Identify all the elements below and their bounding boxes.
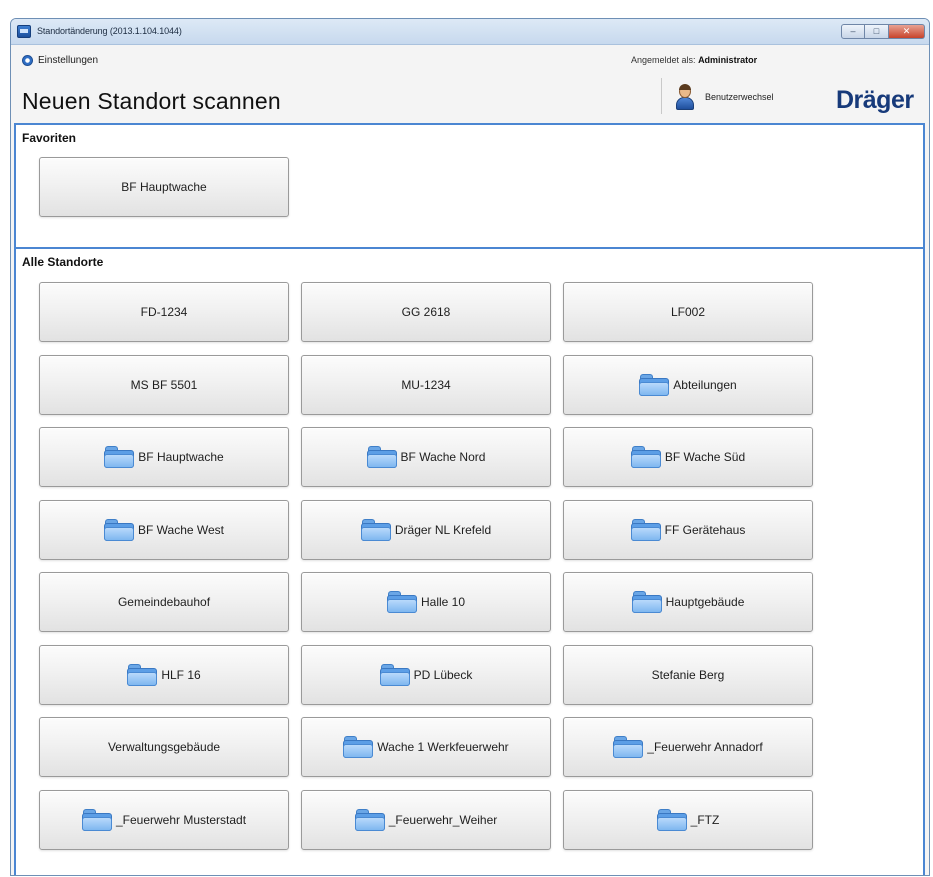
location-label: _Feuerwehr_Weiher (388, 812, 498, 827)
settings-link[interactable]: Einstellungen (22, 55, 98, 66)
location-label: BF Wache West (137, 522, 225, 537)
location-label: _Feuerwehr Musterstadt (115, 812, 247, 827)
location-label: BF Wache Nord (400, 450, 486, 464)
user-switch-button[interactable]: Benutzerwechsel (675, 84, 774, 110)
window-title: Standortänderung (2013.1.104.1044) (37, 26, 182, 36)
location-button[interactable]: MU-1234 (301, 354, 551, 415)
location-label: Gemeindebauhof (117, 595, 211, 609)
folder-icon (379, 663, 410, 686)
logged-in-info: Angemeldet als: Administrator (631, 55, 757, 65)
close-button[interactable]: ✕ (889, 24, 925, 39)
location-button[interactable]: _Feuerwehr Musterstadt (39, 789, 289, 850)
location-button[interactable]: BF Hauptwache (39, 157, 289, 217)
folder-icon (127, 663, 158, 686)
all-locations-label: Alle Standorte (22, 255, 104, 269)
draeger-logo: Dräger (836, 86, 914, 114)
user-icon (675, 84, 695, 110)
location-button[interactable]: Stefanie Berg (563, 644, 813, 705)
all-locations-section: Alle Standorte FD-1234 GG 2618 LF002 MS BF … (14, 247, 925, 875)
location-button[interactable]: BF Wache West (39, 499, 289, 560)
location-button[interactable]: HLF 16 (39, 644, 289, 705)
location-label: Wache 1 Werkfeuerwehr (377, 740, 509, 754)
location-label: Halle 10 (420, 595, 466, 609)
location-button[interactable]: Hauptgebäude (563, 572, 813, 632)
location-label: Dräger NL Krefeld (394, 522, 492, 537)
folder-icon (386, 591, 417, 613)
gear-icon (22, 55, 33, 66)
folder-icon (630, 446, 661, 468)
location-label: MU-1234 (401, 377, 451, 392)
folder-icon (613, 736, 644, 758)
favorites-section: Favoriten BF Hauptwache (14, 123, 925, 247)
location-button[interactable]: Gemeindebauhof (39, 572, 289, 632)
title-bar[interactable]: Standortänderung (2013.1.104.1044) – □ ✕ (11, 19, 929, 45)
location-button[interactable]: MS BF 5501 (39, 354, 289, 415)
location-button[interactable]: Dräger NL Krefeld (301, 499, 551, 560)
folder-icon (354, 808, 385, 831)
location-button[interactable]: _FTZ (563, 789, 813, 850)
window-controls: – □ ✕ (841, 24, 925, 40)
location-label: MS BF 5501 (130, 377, 198, 392)
location-label: BF Hauptwache (121, 180, 207, 194)
location-label: Hauptgebäude (665, 595, 745, 609)
location-button[interactable]: Wache 1 Werkfeuerwehr (301, 717, 551, 777)
app-icon (17, 25, 31, 38)
location-button[interactable]: GG 2618 (301, 282, 551, 342)
folder-icon (81, 808, 112, 831)
location-label: FD-1234 (140, 305, 188, 319)
location-button[interactable]: FF Gerätehaus (563, 499, 813, 560)
folder-icon (366, 446, 397, 468)
folder-icon (656, 808, 687, 831)
app-window: Standortänderung (2013.1.104.1044) – □ ✕… (10, 18, 930, 876)
location-label: Stefanie Berg (651, 667, 725, 682)
location-label: HLF 16 (161, 667, 201, 682)
location-label: Abteilungen (673, 377, 737, 392)
location-button[interactable]: Halle 10 (301, 572, 551, 632)
page-title: Neuen Standort scannen (22, 88, 281, 114)
location-label: LF002 (670, 305, 706, 319)
folder-icon (630, 518, 661, 541)
folder-icon (103, 518, 134, 541)
location-label: Verwaltungsgebäude (107, 740, 221, 754)
location-button[interactable]: BF Wache Nord (301, 427, 551, 487)
location-label: GG 2618 (401, 305, 451, 319)
location-label: FF Gerätehaus (664, 522, 746, 537)
user-switch-label: Benutzerwechsel (705, 92, 774, 102)
location-label: BF Wache Süd (664, 450, 746, 464)
folder-icon (360, 518, 391, 541)
folder-icon (639, 373, 670, 396)
folder-icon (104, 446, 135, 468)
favorites-label: Favoriten (22, 131, 77, 145)
location-button[interactable]: Abteilungen (563, 354, 813, 415)
location-label: BF Hauptwache (138, 450, 224, 464)
folder-icon (343, 736, 374, 758)
header-divider (661, 78, 662, 114)
location-button[interactable]: BF Wache Süd (563, 427, 813, 487)
logged-in-prefix: Angemeldet als: (631, 55, 696, 65)
maximize-button[interactable]: □ (865, 24, 889, 39)
folder-icon (631, 591, 662, 613)
location-button[interactable]: LF002 (563, 282, 813, 342)
location-button[interactable]: Verwaltungsgebäude (39, 717, 289, 777)
location-button[interactable]: BF Hauptwache (39, 427, 289, 487)
location-label: _Feuerwehr Annadorf (647, 740, 763, 754)
location-button[interactable]: FD-1234 (39, 282, 289, 342)
minimize-button[interactable]: – (841, 24, 865, 39)
logged-in-user: Administrator (698, 55, 758, 65)
location-button[interactable]: _Feuerwehr Annadorf (563, 717, 813, 777)
settings-label: Einstellungen (38, 55, 99, 66)
location-label: PD Lübeck (413, 667, 473, 682)
location-button[interactable]: _Feuerwehr_Weiher (301, 789, 551, 850)
location-label: _FTZ (690, 812, 720, 827)
location-button[interactable]: PD Lübeck (301, 644, 551, 705)
